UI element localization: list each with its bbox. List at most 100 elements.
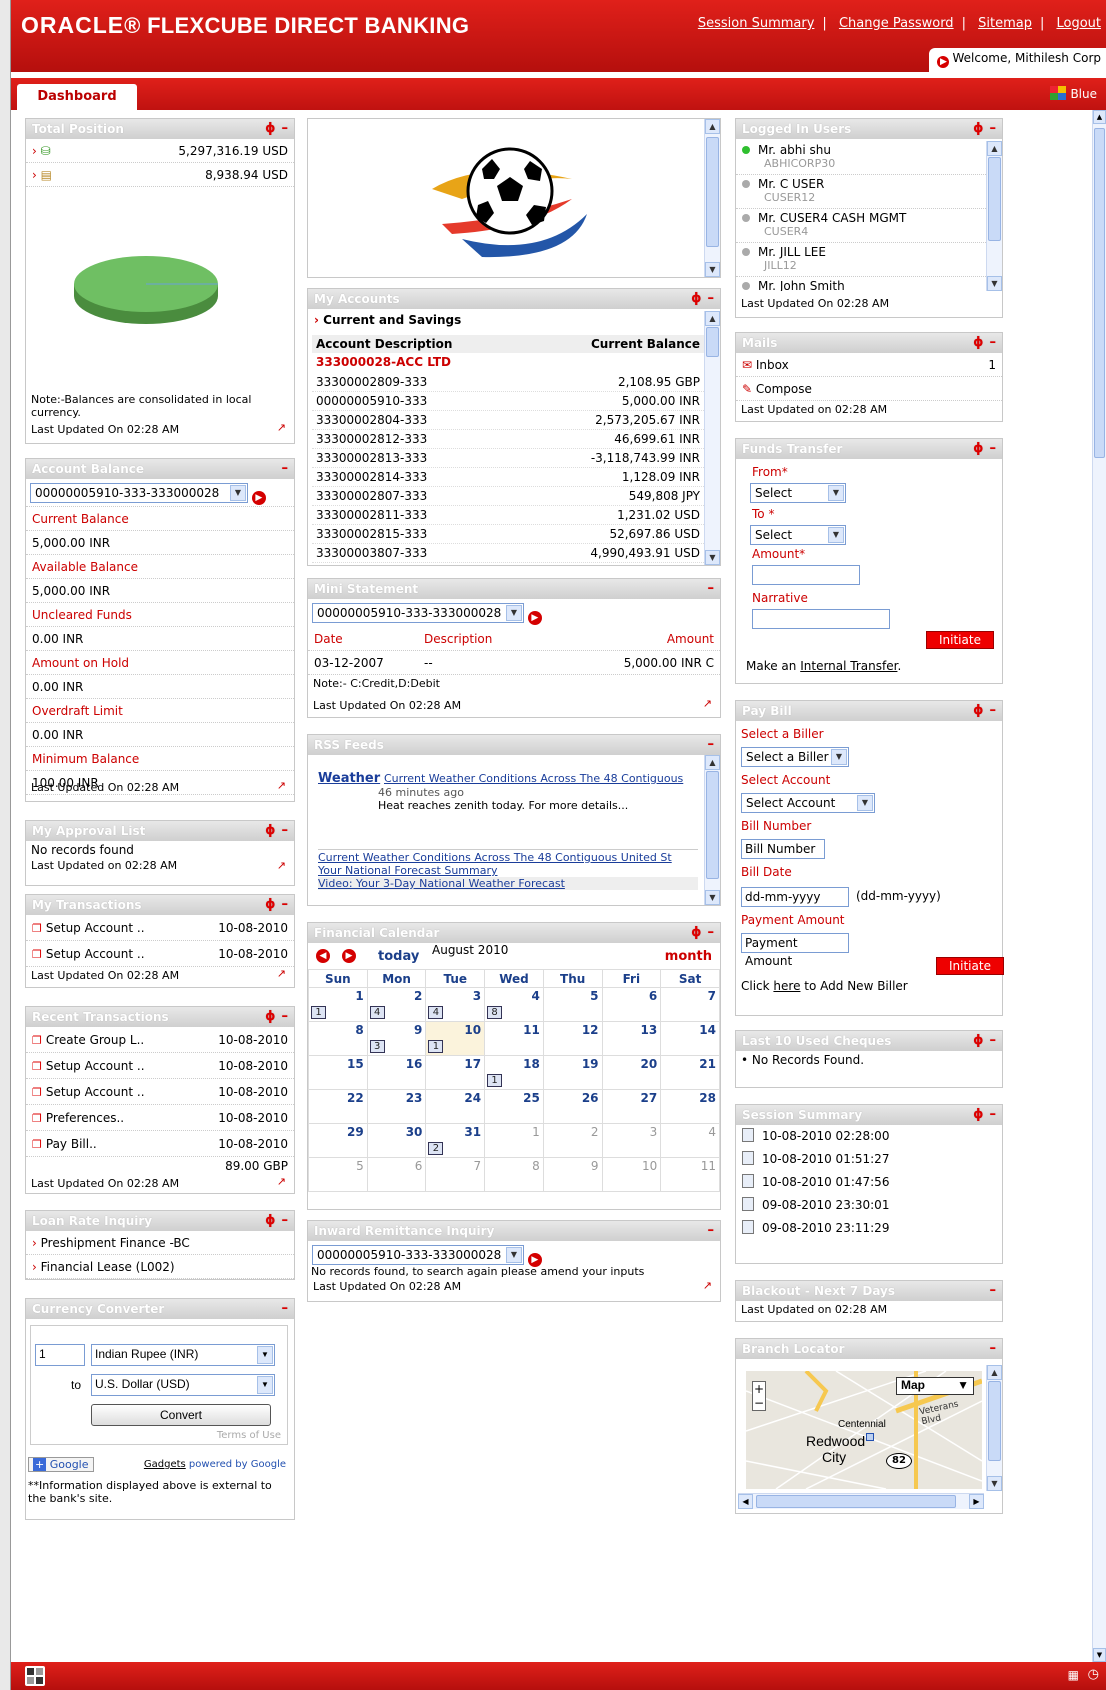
- refresh-icon[interactable]: ϕ: [691, 925, 701, 940]
- account-select[interactable]: 00000005910-333-333000028 ▼: [30, 483, 248, 503]
- external-link-icon[interactable]: ↗: [277, 967, 286, 980]
- from-currency-select[interactable]: Indian Rupee (INR) ▼: [91, 1344, 275, 1366]
- logout-link[interactable]: Logout: [1056, 16, 1101, 31]
- minimize-icon[interactable]: –: [990, 335, 997, 350]
- rss-source-link[interactable]: Weather: [318, 771, 380, 786]
- account-row[interactable]: 33300003807-333 4,990,493.91 USD: [312, 544, 704, 563]
- account-row[interactable]: 33300002814-333 1,128.09 INR: [312, 468, 704, 487]
- rss-headline-link[interactable]: Current Weather Conditions Across The 48…: [384, 772, 683, 785]
- account-row[interactable]: 00000005910-333 5,000.00 INR: [312, 392, 704, 411]
- zoom-in-icon[interactable]: +: [754, 1382, 764, 1396]
- minimize-icon[interactable]: –: [990, 703, 997, 718]
- google-badge[interactable]: + Google: [28, 1457, 94, 1472]
- minimize-icon[interactable]: –: [990, 1283, 997, 1298]
- scroll-thumb[interactable]: [706, 771, 719, 879]
- payment-amount-input[interactable]: Payment Amount: [741, 933, 849, 968]
- user-row[interactable]: Mr. CUSER4 CASH MGMT CUSER4: [736, 209, 986, 243]
- external-link-icon[interactable]: ↗: [277, 859, 286, 872]
- minimize-icon[interactable]: –: [990, 1033, 997, 1048]
- clock-icon[interactable]: ◷: [1088, 1667, 1099, 1682]
- calendar-day[interactable]: 27: [601, 1089, 662, 1124]
- calendar-day[interactable]: 12: [542, 1021, 603, 1056]
- banner-scrollbar[interactable]: ▲ ▼: [704, 119, 720, 277]
- bill-number-input[interactable]: Bill Number: [741, 839, 825, 859]
- session-row[interactable]: 09-08-2010 23:30:01: [736, 1194, 1002, 1217]
- apps-grid-icon[interactable]: [25, 1666, 45, 1686]
- minimize-icon[interactable]: –: [708, 291, 715, 306]
- rss-link[interactable]: Video: Your 3-Day National Weather Forec…: [318, 877, 698, 890]
- account-group[interactable]: 333000028-ACC LTD: [316, 355, 451, 369]
- session-row[interactable]: 10-08-2010 01:47:56: [736, 1171, 1002, 1194]
- minimize-icon[interactable]: –: [282, 823, 289, 838]
- minimize-icon[interactable]: –: [282, 1009, 289, 1024]
- scroll-up-icon[interactable]: ▲: [987, 141, 1002, 156]
- calendar-day[interactable]: 9: [542, 1157, 603, 1192]
- external-link-icon[interactable]: ↗: [277, 779, 286, 792]
- scroll-down-icon[interactable]: ▼: [987, 1476, 1002, 1491]
- statement-row[interactable]: 03-12-2007 -- 5,000.00 INR C: [308, 651, 720, 675]
- refresh-icon[interactable]: ϕ: [973, 1107, 983, 1122]
- session-row[interactable]: 09-08-2010 23:11:29: [736, 1217, 1002, 1240]
- event-count-badge[interactable]: 4: [428, 1006, 444, 1019]
- transaction-row[interactable]: ❐ Setup Account .. 10-08-2010: [26, 915, 294, 941]
- event-count-badge[interactable]: 2: [428, 1142, 444, 1155]
- calendar-day[interactable]: 3: [601, 1123, 662, 1158]
- users-scrollbar[interactable]: ▲ ▼: [986, 141, 1002, 291]
- scroll-thumb[interactable]: [988, 157, 1001, 241]
- event-count-badge[interactable]: 8: [487, 1006, 503, 1019]
- narrative-input[interactable]: [752, 609, 890, 629]
- scroll-right-icon[interactable]: ▶: [969, 1494, 984, 1509]
- refresh-icon[interactable]: ϕ: [973, 441, 983, 456]
- branch-marker-icon[interactable]: [866, 1433, 874, 1441]
- calendar-day[interactable]: 26: [542, 1089, 603, 1124]
- previous-month-icon[interactable]: ◀: [316, 949, 330, 963]
- tab-dashboard[interactable]: Dashboard: [17, 84, 137, 110]
- event-count-badge[interactable]: 4: [369, 1006, 385, 1019]
- account-row[interactable]: 33300002809-333 2,108.95 GBP: [312, 373, 704, 392]
- scroll-thumb[interactable]: [706, 327, 719, 357]
- session-summary-link[interactable]: Session Summary: [698, 16, 815, 31]
- calendar-day[interactable]: 11: [484, 1021, 544, 1056]
- rss-link[interactable]: Your National Forecast Summary: [318, 864, 698, 877]
- loan-item[interactable]: › Preshipment Finance -BC: [26, 1231, 294, 1255]
- minimize-icon[interactable]: –: [990, 1341, 997, 1356]
- scroll-thumb[interactable]: [756, 1495, 956, 1508]
- calendar-day[interactable]: 31 2: [425, 1123, 486, 1158]
- calendar-day[interactable]: 20: [601, 1055, 662, 1090]
- calendar-day[interactable]: 1: [484, 1123, 544, 1158]
- refresh-icon[interactable]: ϕ: [973, 121, 983, 136]
- amount-input[interactable]: 1: [35, 1344, 85, 1366]
- to-select[interactable]: Select ▼: [750, 525, 846, 545]
- page-scrollbar[interactable]: ▲ ▼: [1092, 110, 1106, 1662]
- transaction-row[interactable]: ❐ Create Group L.. 10-08-2010: [26, 1027, 294, 1053]
- scroll-down-icon[interactable]: ▼: [705, 550, 720, 565]
- month-view-button[interactable]: month: [665, 949, 712, 964]
- gadgets-link[interactable]: Gadgets: [144, 1459, 186, 1470]
- minimize-icon[interactable]: –: [990, 1107, 997, 1122]
- convert-button[interactable]: Convert: [91, 1404, 271, 1426]
- user-row[interactable]: Mr. John Smith: [736, 277, 986, 291]
- account-row[interactable]: 33300002812-333 46,699.61 INR: [312, 430, 704, 449]
- scroll-up-icon[interactable]: ▲: [705, 311, 720, 326]
- from-select[interactable]: Select ▼: [750, 483, 846, 503]
- minimize-icon[interactable]: –: [708, 581, 715, 596]
- calendar-day[interactable]: 6: [601, 987, 662, 1022]
- scroll-down-icon[interactable]: ▼: [705, 262, 720, 277]
- minimize-icon[interactable]: –: [708, 1223, 715, 1238]
- calendar-day[interactable]: 16: [366, 1055, 427, 1090]
- calendar-day[interactable]: 22: [308, 1089, 368, 1124]
- event-count-badge[interactable]: 1: [487, 1074, 503, 1087]
- position-row[interactable]: › ⛁ 5,297,316.19 USD: [26, 139, 294, 163]
- scroll-down-icon[interactable]: ▼: [705, 890, 720, 905]
- account-row[interactable]: 33300002815-333 52,697.86 USD: [312, 525, 704, 544]
- calendar-day[interactable]: 8: [308, 1021, 368, 1056]
- zoom-out-icon[interactable]: −: [754, 1396, 764, 1410]
- event-count-badge[interactable]: 3: [369, 1040, 385, 1053]
- accounts-section[interactable]: › Current and Savings: [308, 309, 720, 331]
- account-row[interactable]: 33300002811-333 1,231.02 USD: [312, 506, 704, 525]
- calendar-day[interactable]: 15: [308, 1055, 368, 1090]
- rss-link[interactable]: Current Weather Conditions Across The 48…: [318, 849, 698, 864]
- scroll-up-icon[interactable]: ▲: [987, 1365, 1002, 1380]
- amount-input[interactable]: [752, 565, 860, 585]
- biller-select[interactable]: Select a Biller ▼: [741, 747, 849, 767]
